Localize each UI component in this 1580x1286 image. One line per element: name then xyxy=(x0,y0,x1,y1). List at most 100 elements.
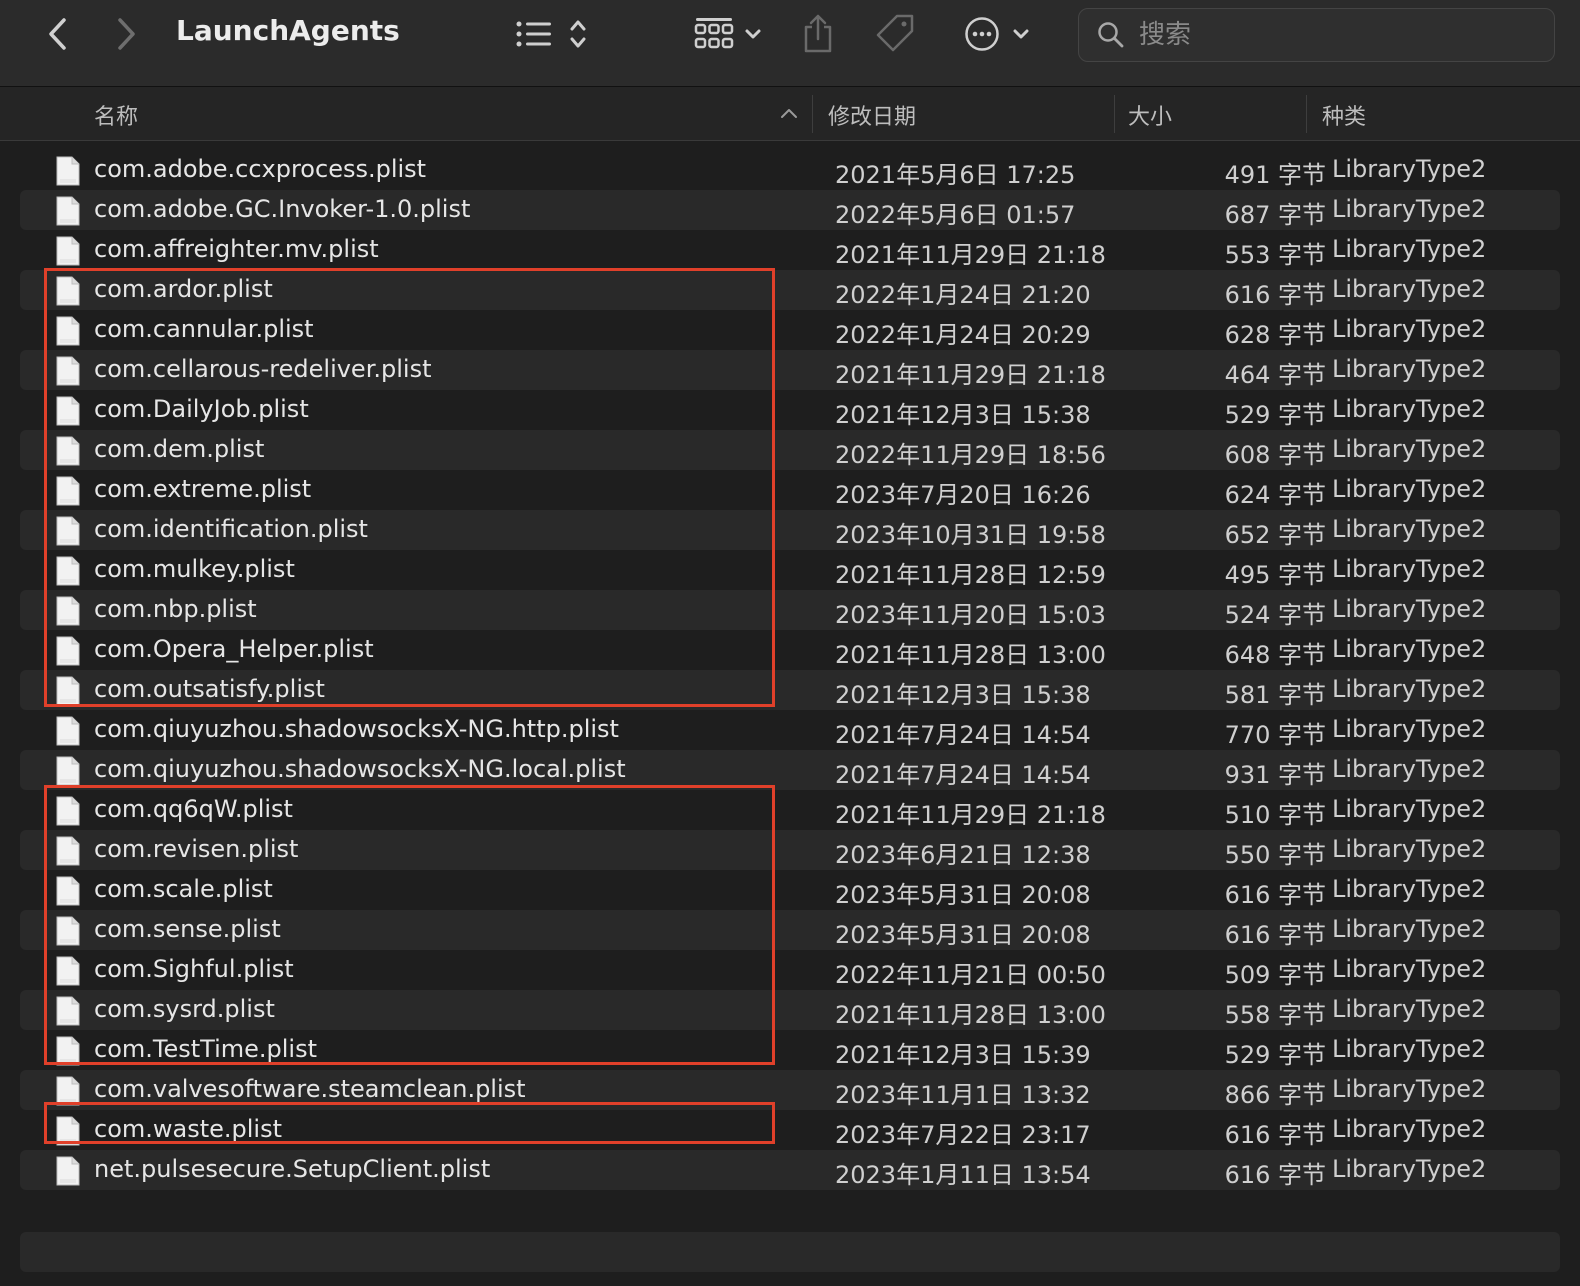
file-kind: LibraryType2 xyxy=(1332,715,1487,743)
table-row[interactable]: net.pulsesecure.SetupClient.plist 2023年1月… xyxy=(20,1150,1560,1190)
file-modified-date: 2023年5月31日 20:08 xyxy=(835,921,1091,949)
highlight-box xyxy=(44,268,775,707)
table-row[interactable]: com.adobe.ccxprocess.plist 2021年5月6日 17:2… xyxy=(20,150,1560,190)
file-modified-date: 2021年5月6日 17:25 xyxy=(835,161,1076,189)
file-modified-date: 2023年1月11日 13:54 xyxy=(835,1161,1091,1189)
file-size: 616 字节 xyxy=(1224,921,1326,949)
column-divider[interactable] xyxy=(1306,95,1307,133)
toolbar: LaunchAgents xyxy=(0,0,1580,87)
file-kind: LibraryType2 xyxy=(1332,235,1487,263)
column-size-header[interactable]: 大小 xyxy=(1128,99,1172,131)
file-kind: LibraryType2 xyxy=(1332,755,1487,783)
file-size: 628 字节 xyxy=(1224,321,1326,349)
file-modified-date: 2021年11月28日 13:00 xyxy=(835,641,1106,669)
plist-file-icon xyxy=(56,196,80,230)
column-divider[interactable] xyxy=(812,95,813,133)
search-input[interactable] xyxy=(1137,19,1541,51)
file-name: com.valvesoftware.steamclean.plist xyxy=(94,1075,526,1103)
file-size: 491 字节 xyxy=(1224,161,1326,189)
file-kind: LibraryType2 xyxy=(1332,475,1487,503)
file-size: 495 字节 xyxy=(1224,561,1326,589)
file-kind: LibraryType2 xyxy=(1332,835,1487,863)
file-size: 581 字节 xyxy=(1224,681,1326,709)
share-button[interactable] xyxy=(800,10,836,56)
file-name: com.qiuyuzhou.shadowsocksX-NG.http.plist xyxy=(94,715,619,743)
file-size: 509 字节 xyxy=(1224,961,1326,989)
file-name: com.affreighter.mv.plist xyxy=(94,235,379,263)
window-title: LaunchAgents xyxy=(176,14,400,47)
chevron-down-icon xyxy=(1013,29,1029,39)
file-kind: LibraryType2 xyxy=(1332,555,1487,583)
file-modified-date: 2022年11月21日 00:50 xyxy=(835,961,1106,989)
file-name: com.adobe.GC.Invoker-1.0.plist xyxy=(94,195,471,223)
more-button[interactable] xyxy=(960,14,1034,54)
file-kind: LibraryType2 xyxy=(1332,195,1487,223)
forward-button[interactable] xyxy=(110,14,144,54)
group-button[interactable] xyxy=(690,14,766,54)
list-icon xyxy=(516,21,551,47)
file-kind: LibraryType2 xyxy=(1332,1115,1487,1143)
plist-file-icon xyxy=(56,156,80,190)
column-divider[interactable] xyxy=(1114,95,1115,133)
file-kind: LibraryType2 xyxy=(1332,875,1487,903)
file-modified-date: 2023年5月31日 20:08 xyxy=(835,881,1091,909)
file-name: com.adobe.ccxprocess.plist xyxy=(94,155,427,183)
file-size: 866 字节 xyxy=(1224,1081,1326,1109)
file-size: 550 字节 xyxy=(1224,841,1326,869)
table-row[interactable]: com.adobe.GC.Invoker-1.0.plist 2022年5月6日 … xyxy=(20,190,1560,230)
file-size: 770 字节 xyxy=(1224,721,1326,749)
view-options-button[interactable] xyxy=(512,16,592,52)
file-modified-date: 2021年7月24日 14:54 xyxy=(835,721,1091,749)
updown-chevron-icon xyxy=(570,20,586,48)
file-modified-date: 2023年6月21日 12:38 xyxy=(835,841,1091,869)
file-modified-date: 2021年11月29日 21:18 xyxy=(835,361,1106,389)
plist-file-icon xyxy=(56,1156,80,1190)
file-modified-date: 2023年11月1日 13:32 xyxy=(835,1081,1091,1109)
file-size: 510 字节 xyxy=(1224,801,1326,829)
file-kind: LibraryType2 xyxy=(1332,955,1487,983)
file-modified-date: 2021年11月29日 21:18 xyxy=(835,241,1106,269)
file-modified-date: 2021年12月3日 15:39 xyxy=(835,1041,1091,1069)
plist-file-icon xyxy=(56,236,80,270)
table-row[interactable]: com.affreighter.mv.plist 2021年11月29日 21:1… xyxy=(20,230,1560,270)
plist-file-icon xyxy=(56,716,80,750)
column-name-header[interactable]: 名称 xyxy=(94,99,138,131)
column-kind-header[interactable]: 种类 xyxy=(1322,99,1366,131)
file-modified-date: 2023年7月22日 23:17 xyxy=(835,1121,1091,1149)
chevron-left-icon xyxy=(49,18,66,50)
chevron-right-icon xyxy=(118,18,135,50)
file-kind: LibraryType2 xyxy=(1332,915,1487,943)
file-modified-date: 2021年7月24日 14:54 xyxy=(835,761,1091,789)
file-size: 558 字节 xyxy=(1224,1001,1326,1029)
file-size: 624 字节 xyxy=(1224,481,1326,509)
back-button[interactable] xyxy=(40,14,74,54)
file-size: 652 字节 xyxy=(1224,521,1326,549)
file-kind: LibraryType2 xyxy=(1332,315,1487,343)
column-date-header[interactable]: 修改日期 xyxy=(828,99,916,131)
file-size: 616 字节 xyxy=(1224,281,1326,309)
search-field[interactable] xyxy=(1078,8,1555,62)
file-modified-date: 2021年12月3日 15:38 xyxy=(835,401,1091,429)
file-kind: LibraryType2 xyxy=(1332,1075,1487,1103)
file-kind: LibraryType2 xyxy=(1332,435,1487,463)
file-kind: LibraryType2 xyxy=(1332,595,1487,623)
file-size: 529 字节 xyxy=(1224,401,1326,429)
file-kind: LibraryType2 xyxy=(1332,1035,1487,1063)
file-size: 524 字节 xyxy=(1224,601,1326,629)
file-size: 616 字节 xyxy=(1224,881,1326,909)
table-row[interactable]: com.qiuyuzhou.shadowsocksX-NG.http.plist… xyxy=(20,710,1560,750)
file-modified-date: 2022年5月6日 01:57 xyxy=(835,201,1076,229)
file-modified-date: 2022年1月24日 20:29 xyxy=(835,321,1091,349)
file-size: 529 字节 xyxy=(1224,1041,1326,1069)
file-kind: LibraryType2 xyxy=(1332,515,1487,543)
tag-button[interactable] xyxy=(874,12,916,54)
file-size: 648 字节 xyxy=(1224,641,1326,669)
grid-icon xyxy=(694,18,734,49)
sort-ascending-icon[interactable] xyxy=(780,107,798,119)
file-modified-date: 2021年11月28日 12:59 xyxy=(835,561,1106,589)
search-icon xyxy=(1098,22,1124,48)
table-row[interactable]: com.qiuyuzhou.shadowsocksX-NG.local.plis… xyxy=(20,750,1560,790)
file-kind: LibraryType2 xyxy=(1332,1155,1487,1183)
file-size: 687 字节 xyxy=(1224,201,1326,229)
file-modified-date: 2022年11月29日 18:56 xyxy=(835,441,1106,469)
